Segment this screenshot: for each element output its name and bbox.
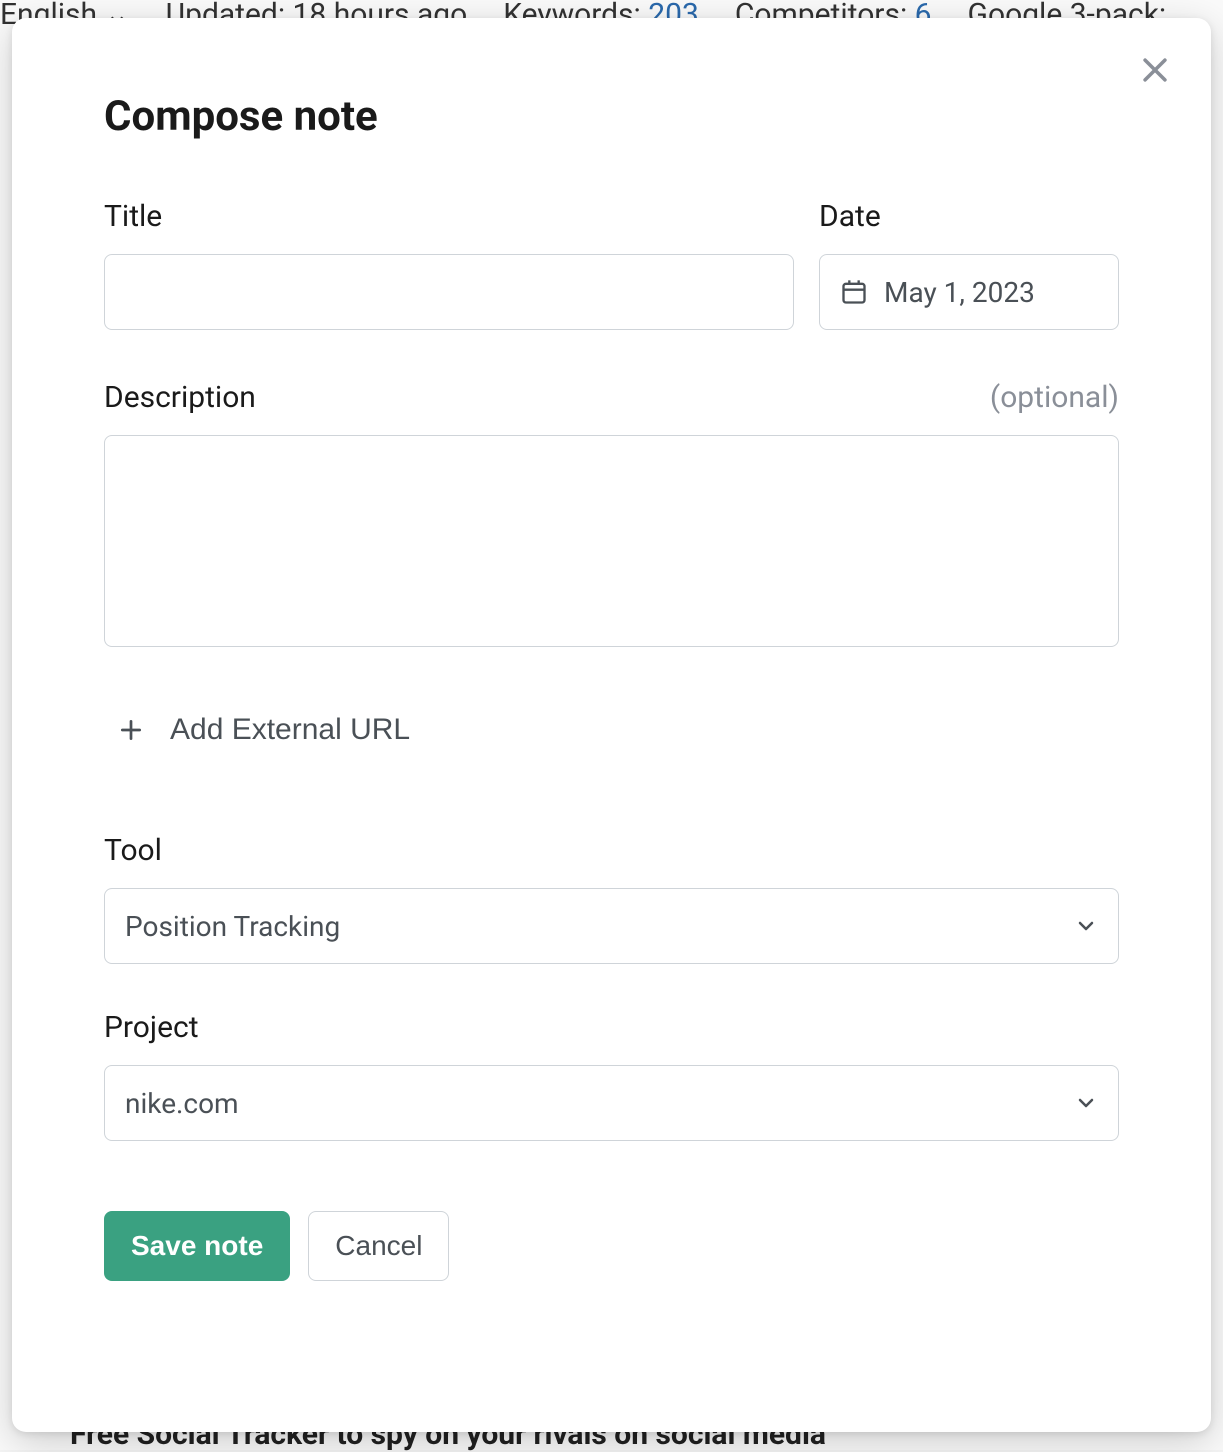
date-picker[interactable]: May 1, 2023 <box>819 254 1119 330</box>
date-value: May 1, 2023 <box>884 276 1035 309</box>
add-url-label: Add External URL <box>170 713 410 747</box>
date-label: Date <box>819 199 1119 234</box>
add-external-url-button[interactable]: Add External URL <box>106 705 422 755</box>
plus-icon <box>118 717 144 743</box>
description-textarea[interactable] <box>104 435 1119 647</box>
calendar-icon <box>840 278 868 306</box>
cancel-button[interactable]: Cancel <box>308 1211 449 1281</box>
project-select[interactable]: nike.com <box>104 1065 1119 1141</box>
save-note-button[interactable]: Save note <box>104 1211 290 1281</box>
project-label: Project <box>104 1010 1119 1045</box>
modal-actions: Save note Cancel <box>104 1211 1119 1281</box>
close-icon <box>1138 53 1172 87</box>
project-selected-value: nike.com <box>125 1087 239 1120</box>
tool-label: Tool <box>104 833 1119 868</box>
tool-selected-value: Position Tracking <box>125 910 340 943</box>
title-input[interactable] <box>104 254 794 330</box>
close-button[interactable] <box>1133 48 1177 92</box>
description-label: Description <box>104 380 256 415</box>
chevron-down-icon <box>1074 914 1098 938</box>
description-optional: (optional) <box>990 380 1119 415</box>
chevron-down-icon <box>1074 1091 1098 1115</box>
modal-title: Compose note <box>104 92 1119 141</box>
title-label: Title <box>104 199 794 234</box>
compose-note-modal: Compose note Title Date May 1, 2023 Desc… <box>12 18 1211 1432</box>
tool-select[interactable]: Position Tracking <box>104 888 1119 964</box>
